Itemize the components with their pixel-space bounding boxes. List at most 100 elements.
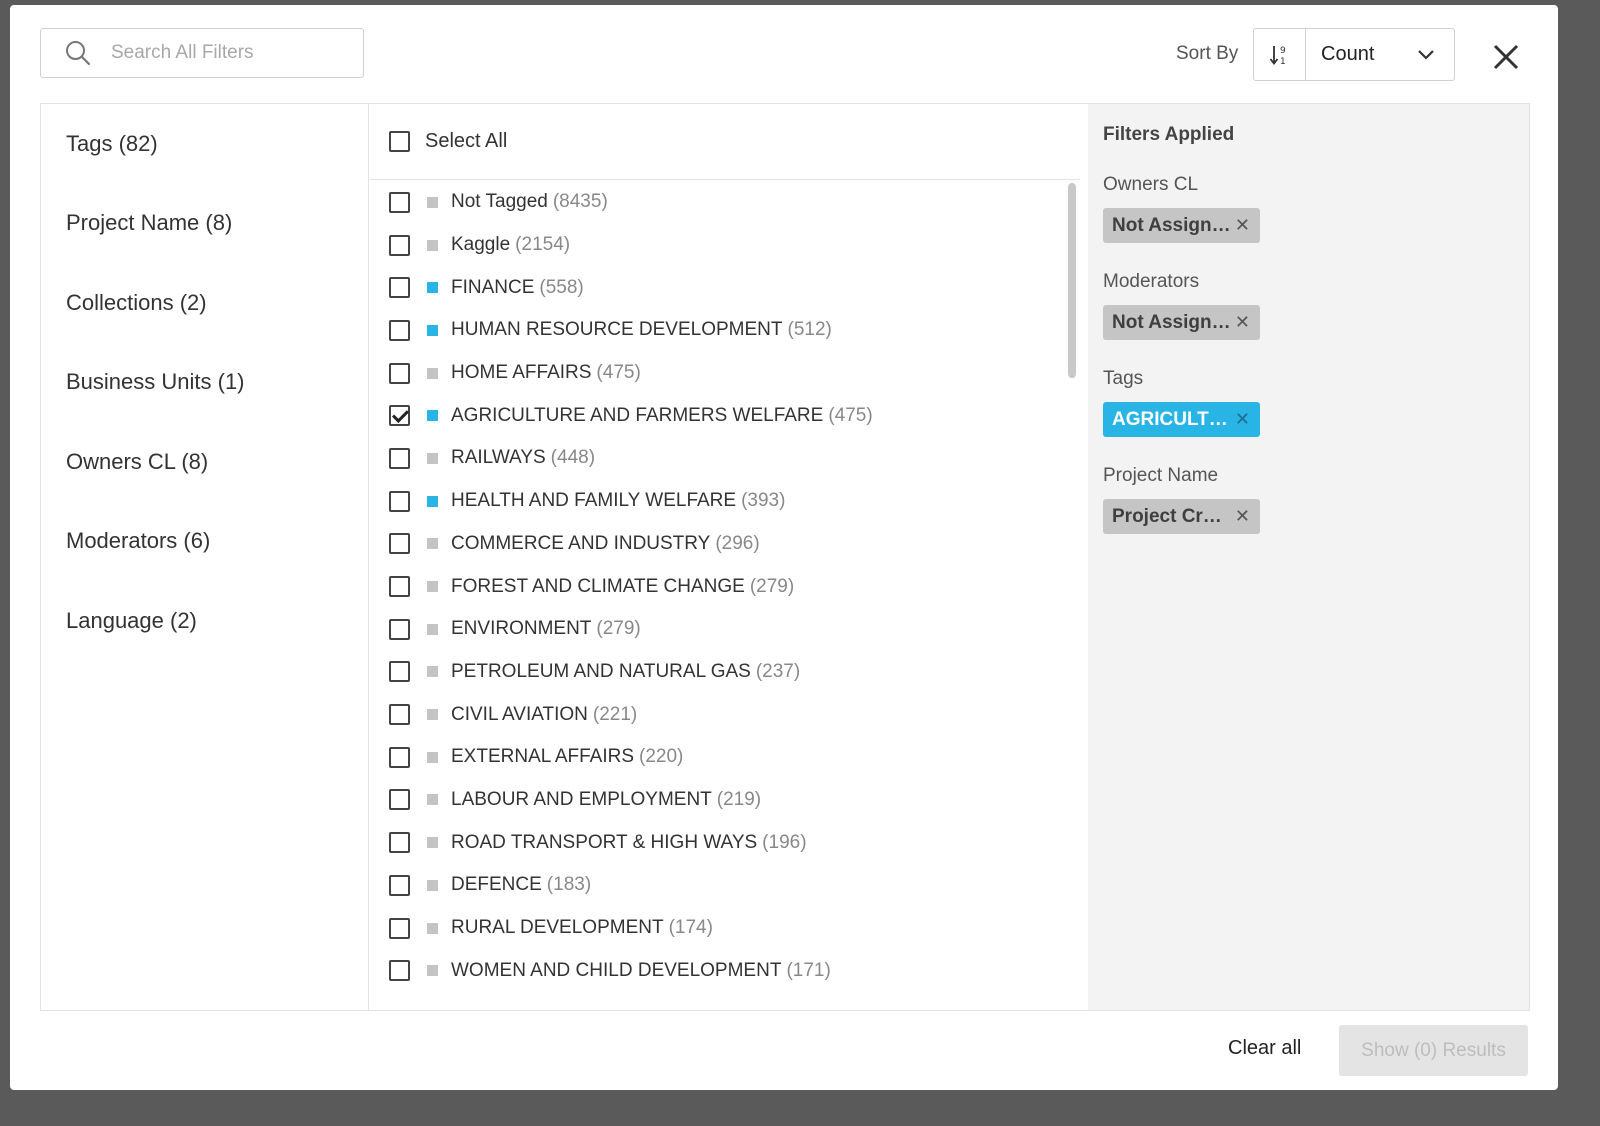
tag-option-name: AGRICULTURE AND FARMERS WELFARE: [451, 404, 824, 426]
tag-option-name: ROAD TRANSPORT & HIGH WAYS: [451, 831, 758, 853]
svg-text:9: 9: [1280, 46, 1286, 56]
tag-option-count: (2154): [515, 234, 571, 256]
tag-option-row[interactable]: LABOUR AND EMPLOYMENT (219): [370, 779, 1060, 822]
tag-option-count: (8435): [552, 191, 608, 213]
search-box: [40, 28, 364, 78]
tag-option-row[interactable]: COMMERCE AND INDUSTRY (296): [370, 523, 1060, 566]
tag-option-row[interactable]: RAILWAYS (448): [370, 437, 1060, 480]
tag-option-checkbox[interactable]: [389, 277, 410, 299]
tag-option-checkbox[interactable]: [389, 447, 410, 469]
tag-color-swatch: [427, 495, 438, 507]
tag-color-swatch: [427, 239, 438, 251]
tag-option-checkbox[interactable]: [389, 832, 410, 854]
tag-color-swatch: [427, 196, 438, 208]
tag-option-checkbox[interactable]: [389, 533, 410, 555]
remove-chip-icon[interactable]: ✕: [1235, 312, 1250, 333]
tag-option-name: FOREST AND CLIMATE CHANGE: [451, 575, 745, 597]
tag-option-name: RAILWAYS: [451, 447, 546, 469]
tag-option-checkbox[interactable]: [389, 191, 410, 213]
tag-color-swatch: [427, 837, 438, 849]
category-label: Tags (82): [66, 130, 158, 156]
remove-chip-icon[interactable]: ✕: [1235, 409, 1250, 430]
remove-chip-icon[interactable]: ✕: [1235, 215, 1250, 236]
tag-color-swatch: [427, 538, 438, 550]
category-label: Moderators (6): [66, 528, 211, 554]
tag-option-row[interactable]: FOREST AND CLIMATE CHANGE (279): [370, 565, 1060, 608]
tag-option-name: CIVIL AVIATION: [451, 703, 588, 725]
tag-option-count: (558): [539, 276, 584, 298]
category-label: Business Units (1): [66, 369, 245, 395]
tag-color-swatch: [427, 922, 438, 934]
tag-option-row[interactable]: ENVIRONMENT (279): [370, 608, 1060, 651]
tag-option-row[interactable]: Not Tagged (8435): [370, 181, 1060, 224]
close-icon[interactable]: [1488, 39, 1524, 75]
category-item[interactable]: Project Name (8): [41, 184, 368, 264]
remove-chip-icon[interactable]: ✕: [1235, 506, 1250, 527]
tag-option-checkbox[interactable]: [389, 405, 410, 427]
tag-option-count: (475): [596, 362, 641, 384]
tag-option-checkbox[interactable]: [389, 704, 410, 726]
select-all-checkbox[interactable]: [389, 131, 410, 152]
tag-option-count: (279): [749, 575, 795, 597]
tag-option-row[interactable]: DEFENCE (183): [370, 864, 1060, 907]
tag-option-row[interactable]: AGRICULTURE AND FARMERS WELFARE (475): [370, 394, 1060, 437]
tag-option-checkbox[interactable]: [389, 576, 410, 598]
tag-option-count: (196): [762, 831, 807, 853]
category-item[interactable]: Owners CL (8): [41, 422, 368, 502]
tag-option-name: FINANCE: [451, 276, 535, 298]
tag-option-row[interactable]: HUMAN RESOURCE DEVELOPMENT (512): [370, 309, 1060, 352]
sort-select[interactable]: 91 Count: [1253, 28, 1455, 81]
tag-option-count: (174): [668, 917, 713, 939]
tag-option-checkbox[interactable]: [389, 234, 410, 256]
tag-option-row[interactable]: Kaggle (2154): [370, 224, 1060, 267]
tag-option-count: (183): [546, 874, 592, 896]
tag-color-swatch: [427, 282, 438, 294]
category-label: Collections (2): [66, 289, 207, 315]
tag-color-swatch: [427, 324, 438, 336]
tag-option-checkbox[interactable]: [389, 362, 410, 384]
scrollbar-thumb[interactable]: [1068, 183, 1076, 378]
tag-color-swatch: [427, 666, 438, 678]
chevron-down-icon: [1416, 45, 1436, 65]
tag-option-checkbox[interactable]: [389, 746, 410, 768]
filters-applied-panel: Filters Applied Owners CL Not Assign… ✕ Mod…: [1088, 104, 1529, 1010]
tag-option-row[interactable]: RURAL DEVELOPMENT (174): [370, 907, 1060, 950]
tag-color-swatch: [427, 709, 438, 721]
chip-label: Project Cr…: [1112, 505, 1222, 527]
tag-color-swatch: [427, 879, 438, 891]
tag-option-name: Not Tagged: [451, 191, 548, 213]
tag-option-row[interactable]: PETROLEUM AND NATURAL GAS (237): [370, 651, 1060, 694]
tag-option-checkbox[interactable]: [389, 319, 410, 341]
category-item[interactable]: Collections (2): [41, 263, 368, 343]
applied-filter-chip: Project Cr… ✕: [1103, 499, 1260, 534]
search-input[interactable]: [111, 42, 341, 64]
tag-option-checkbox[interactable]: [389, 618, 410, 640]
tag-option-row[interactable]: HEALTH AND FAMILY WELFARE (393): [370, 480, 1060, 523]
category-item[interactable]: Moderators (6): [41, 502, 368, 582]
sort-value: Count: [1321, 43, 1375, 65]
category-item[interactable]: Business Units (1): [41, 343, 368, 423]
tag-option-checkbox[interactable]: [389, 661, 410, 683]
category-item[interactable]: Tags (82): [41, 104, 368, 184]
option-list-scrollbar[interactable]: [1065, 181, 1080, 1010]
tag-option-checkbox[interactable]: [389, 789, 410, 811]
tag-option-row[interactable]: HOME AFFAIRS (475): [370, 352, 1060, 395]
select-all-row[interactable]: Select All: [370, 104, 1080, 180]
sort-order-icon[interactable]: 91: [1254, 29, 1306, 80]
tag-option-checkbox[interactable]: [389, 917, 410, 939]
tag-option-count: (171): [786, 959, 831, 981]
tag-option-count: (448): [550, 447, 596, 469]
show-results-button[interactable]: Show (0) Results: [1339, 1025, 1528, 1076]
tag-option-checkbox[interactable]: [389, 874, 410, 896]
clear-all-button[interactable]: Clear all: [1228, 1037, 1301, 1060]
tag-option-row[interactable]: FINANCE (558): [370, 266, 1060, 309]
tag-option-row[interactable]: ROAD TRANSPORT & HIGH WAYS (196): [370, 821, 1060, 864]
tag-color-swatch: [427, 367, 438, 379]
tag-option-checkbox[interactable]: [389, 490, 410, 512]
tag-option-checkbox[interactable]: [389, 960, 410, 982]
tag-option-row[interactable]: EXTERNAL AFFAIRS (220): [370, 736, 1060, 779]
tag-option-row[interactable]: CIVIL AVIATION (221): [370, 693, 1060, 736]
tag-option-row[interactable]: WOMEN AND CHILD DEVELOPMENT (171): [370, 949, 1060, 992]
category-item[interactable]: Language (2): [41, 581, 368, 661]
applied-group-title: Moderators: [1103, 271, 1200, 292]
